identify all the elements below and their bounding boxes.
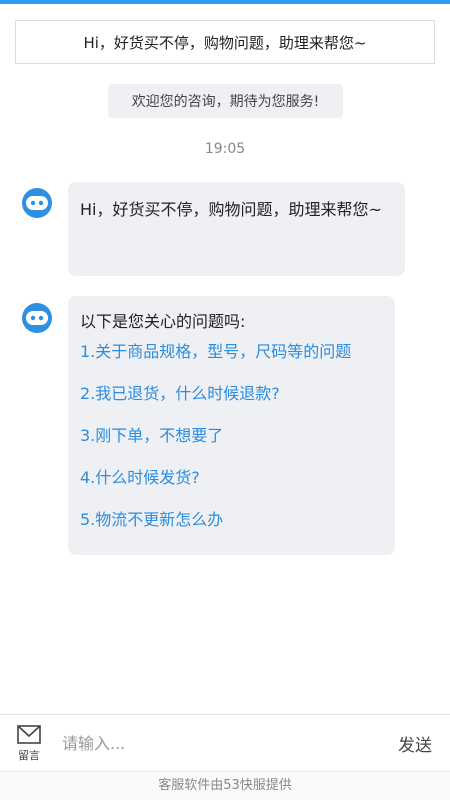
envelope-icon: [17, 725, 41, 744]
message-input[interactable]: [62, 727, 372, 759]
robot-avatar-icon: [20, 301, 54, 335]
welcome-text: 欢迎您的咨询，期待为您服务!: [131, 94, 320, 110]
leave-message-label: 留言: [18, 749, 40, 762]
welcome-message: 欢迎您的咨询，期待为您服务!: [108, 84, 343, 118]
timestamp: 19:05: [204, 141, 246, 157]
faq-question-link[interactable]: 2.我已退货，什么时候退款?: [80, 380, 383, 408]
top-accent-bar: [0, 0, 450, 4]
send-button[interactable]: 发送: [398, 731, 432, 756]
robot-avatar-icon: [20, 186, 54, 220]
footer-credit: 客服软件由53快服提供: [0, 771, 450, 800]
bot-message-text: Hi，好货买不停，购物问题，助理来帮您~: [80, 200, 382, 219]
faq-message-bubble: 以下是您关心的问题吗: 1.关于商品规格，型号，尺码等的问题 2.我已退货，什么…: [68, 296, 395, 555]
faq-question-link[interactable]: 1.关于商品规格，型号，尺码等的问题: [80, 338, 383, 366]
notice-banner-text: Hi，好货买不停，购物问题，助理来帮您~: [83, 33, 367, 52]
faq-question-link[interactable]: 4.什么时候发货?: [80, 464, 383, 492]
faq-intro-text: 以下是您关心的问题吗:: [80, 312, 246, 331]
input-bar: 留言 发送: [0, 715, 450, 771]
leave-message-button[interactable]: 留言: [12, 725, 46, 769]
bot-message-bubble: Hi，好货买不停，购物问题，助理来帮您~: [68, 182, 405, 276]
faq-question-link[interactable]: 5.物流不更新怎么办: [80, 506, 383, 534]
faq-question-link[interactable]: 3.刚下单，不想要了: [80, 422, 383, 450]
footer-text: 客服软件由53快服提供: [158, 778, 292, 793]
notice-banner: Hi，好货买不停，购物问题，助理来帮您~: [15, 20, 435, 64]
